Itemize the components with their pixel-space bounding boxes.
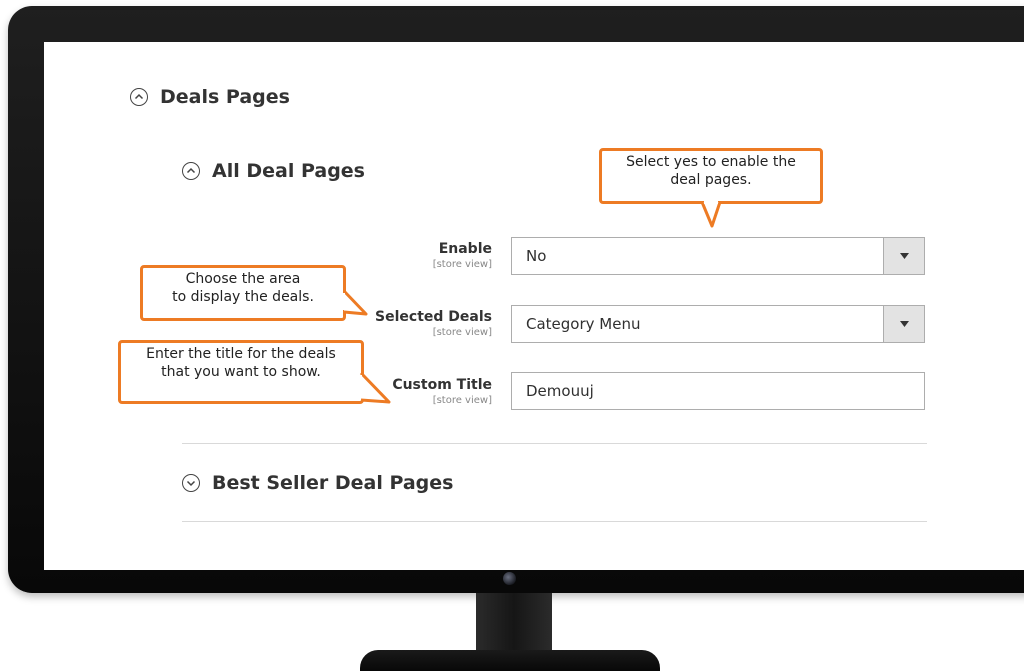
webcam [503, 572, 516, 585]
selected-deals-scope: [store view] [432, 327, 492, 338]
monitor-stand-neck [476, 593, 552, 655]
callout-line: Enter the title for the deals [146, 346, 336, 362]
selected-deals-select[interactable]: Category Menu [511, 305, 925, 343]
callout-custom-title-tip: Enter the title for the deals that you w… [118, 340, 364, 404]
custom-title-label: Custom Title [392, 377, 492, 393]
section-title: Deals Pages [160, 86, 290, 108]
callout-pointer [340, 289, 368, 316]
chevron-up-icon [130, 88, 148, 106]
custom-title-scope: [store view] [432, 395, 492, 406]
caret-down-icon [899, 253, 909, 259]
chevron-down-icon [182, 474, 200, 492]
enable-select-value: No [526, 247, 547, 265]
divider [182, 521, 927, 522]
stage: Deals Pages All Deal Pages Enable [store… [0, 0, 1024, 671]
callout-line: Choose the area [185, 271, 301, 287]
section-title: All Deal Pages [212, 160, 365, 182]
selected-deals-select-value: Category Menu [526, 315, 641, 333]
selected-deals-label-block: Selected Deals [store view] [375, 308, 492, 339]
callout-enable-tip: Select yes to enable the deal pages. [599, 148, 823, 204]
selected-deals-label: Selected Deals [375, 309, 492, 325]
callout-line: Select yes to enable the [626, 154, 796, 170]
caret-down-icon [899, 321, 909, 327]
enable-select[interactable]: No [511, 237, 925, 275]
callout-line: to display the deals. [172, 289, 314, 305]
divider [182, 443, 927, 444]
custom-title-input-value: Demouuj [526, 382, 594, 400]
enable-scope: [store view] [432, 259, 492, 270]
callout-selected-deals-tip: Choose the area to display the deals. [140, 265, 346, 321]
enable-select-arrow[interactable] [883, 238, 924, 274]
section-best-seller-deal-pages[interactable]: Best Seller Deal Pages [182, 472, 453, 494]
callout-pointer [357, 371, 391, 404]
monitor-stand-base [360, 650, 660, 671]
section-all-deal-pages[interactable]: All Deal Pages [182, 160, 365, 182]
chevron-up-icon [182, 162, 200, 180]
section-deals-pages[interactable]: Deals Pages [130, 86, 290, 108]
callout-pointer [700, 201, 722, 228]
callout-line: deal pages. [670, 172, 752, 188]
callout-line: that you want to show. [161, 364, 321, 380]
section-title: Best Seller Deal Pages [212, 472, 454, 494]
custom-title-input[interactable]: Demouuj [511, 372, 925, 410]
custom-title-label-block: Custom Title [store view] [392, 376, 492, 407]
enable-label-block: Enable [store view] [433, 240, 492, 271]
selected-deals-select-arrow[interactable] [883, 306, 924, 342]
enable-label: Enable [438, 241, 492, 257]
